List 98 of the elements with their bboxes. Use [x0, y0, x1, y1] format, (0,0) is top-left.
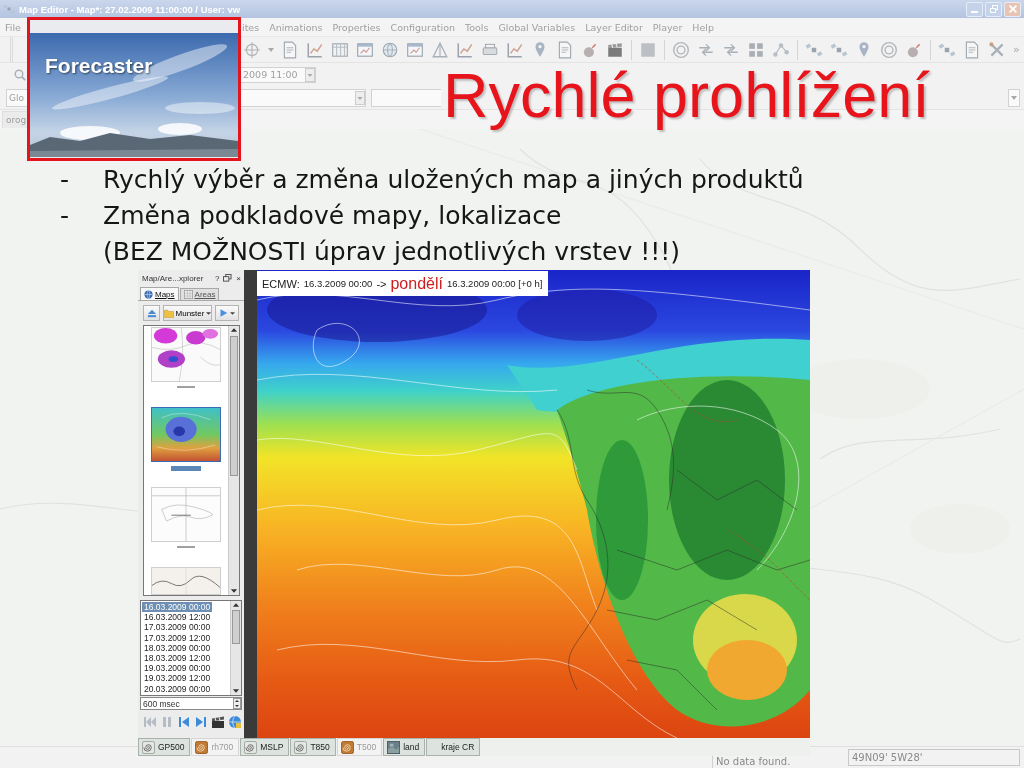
map-thumbnail[interactable]: [151, 407, 221, 462]
layer-button[interactable]: MSLP: [240, 738, 290, 756]
dropdown-button[interactable]: [1008, 88, 1020, 107]
minimize-icon: [971, 10, 978, 13]
network-icon[interactable]: [772, 40, 790, 59]
thumbnail-caption: [171, 466, 201, 471]
target-icon[interactable]: [672, 40, 690, 59]
chart-icon[interactable]: [456, 40, 474, 59]
globe-icon: [144, 289, 153, 299]
play-icon: [219, 308, 228, 318]
bullet-text: Změna podkladové mapy, lokalizace: [103, 200, 562, 232]
time-list-item[interactable]: 20.03.2009 00:00: [142, 683, 213, 694]
layer-button[interactable]: land: [383, 738, 426, 756]
bullet-text: Rychlý výběr a změna uložených map a jiných produktů: [103, 164, 804, 196]
crossed-tools-icon[interactable]: [988, 40, 1006, 59]
close-button[interactable]: [1004, 1, 1021, 17]
folder-dropdown[interactable]: Munster: [163, 305, 212, 321]
calendar-icon[interactable]: [331, 40, 349, 59]
document-icon[interactable]: [556, 40, 574, 59]
play-dropdown[interactable]: [215, 305, 239, 321]
restore-icon: [989, 5, 998, 13]
time-list-item[interactable]: 16.03.2009 12:00: [142, 612, 213, 623]
coordinates-field: 49N09' 5W28': [848, 749, 1020, 766]
close-icon: [1008, 5, 1017, 13]
window-icon[interactable]: [356, 40, 374, 59]
bullet-marker: -: [60, 164, 70, 196]
spiral-icon: [142, 740, 155, 754]
bullet-marker: -: [60, 200, 70, 232]
arrow-text: ->: [376, 277, 387, 290]
caret-icon: [1011, 95, 1017, 100]
combo-box[interactable]: [371, 88, 441, 107]
close-button[interactable]: ×: [236, 273, 241, 283]
model-label: ECMW:: [262, 277, 300, 290]
layer-button[interactable]: GP500: [138, 738, 191, 756]
satellite-icon: [3, 3, 15, 15]
panel-title: Map/Are...xplorer: [142, 273, 205, 283]
crosshair-icon[interactable]: [243, 40, 261, 59]
caret-icon: [230, 311, 235, 315]
interval-spinner[interactable]: 600 msec: [140, 697, 242, 710]
spiral-icon: [195, 740, 209, 754]
map-tile-icon: [387, 740, 401, 754]
combo-box[interactable]: [240, 88, 366, 107]
slide-title: Rychlé prohlížení: [443, 59, 930, 132]
spiral-icon: [340, 740, 354, 754]
minimize-button[interactable]: [966, 1, 983, 17]
scrollbar-thumb[interactable]: [230, 336, 238, 476]
scrollbar-thumb[interactable]: [232, 610, 240, 644]
day-label: pondělí: [390, 274, 443, 293]
logo-text: Forecaster: [45, 54, 153, 78]
caret-icon[interactable]: [268, 47, 274, 52]
folder-icon: [163, 308, 174, 318]
spiral-icon: [244, 740, 258, 754]
chart-icon[interactable]: [306, 40, 324, 59]
up-arrow-icon[interactable]: [230, 326, 238, 334]
eject-icon: [146, 308, 157, 318]
clapperboard-icon[interactable]: [211, 715, 225, 729]
bullet-note: (BEZ MOŽNOSTI úprav jednotlivých vrstev !!!): [103, 236, 681, 268]
dropdown-icon[interactable]: [355, 90, 365, 105]
spin-arrows-icon: [233, 698, 241, 709]
window-icon[interactable]: [406, 40, 424, 59]
caret-icon: [206, 311, 212, 315]
panel-tab[interactable]: Areas: [179, 288, 220, 300]
window-title: Map Editor - Map*: 27.02.2009 11:00:00 / User: vw: [19, 3, 242, 15]
panel-tab[interactable]: Maps: [140, 287, 179, 300]
run-time: 16.3.2009 00:00: [303, 278, 373, 289]
square-icon[interactable]: [639, 40, 657, 59]
globe-icon[interactable]: [381, 40, 399, 59]
valid-time: 16.3.2009 00:00 [+0 h]: [446, 278, 543, 289]
eject-button[interactable]: [143, 305, 160, 321]
time-list-item[interactable]: 18.03.2009 00:00: [142, 642, 213, 653]
grid-icon[interactable]: [747, 40, 765, 59]
time-list-item[interactable]: 19.03.2009 12:00: [142, 673, 213, 684]
time-list-item[interactable]: 17.03.2009 12:00: [142, 632, 213, 643]
map-thumbnail[interactable]: [151, 487, 221, 542]
search-icon[interactable]: [14, 68, 26, 81]
triangle-icon[interactable]: [431, 40, 449, 59]
scrollbar[interactable]: [228, 326, 239, 595]
dropdown-icon[interactable]: [305, 67, 315, 82]
time-list-item[interactable]: 19.03.2009 00:00: [142, 663, 213, 674]
time-list-item[interactable]: 18.03.2009 12:00: [142, 652, 213, 664]
spiral-icon: [294, 740, 308, 754]
step-back-icon[interactable]: [177, 715, 191, 729]
restore-button[interactable]: [985, 1, 1002, 17]
help-button[interactable]: ?: [214, 273, 220, 283]
up-arrow-icon[interactable]: [232, 601, 240, 609]
document-icon[interactable]: [281, 40, 299, 59]
down-arrow-icon[interactable]: [230, 587, 238, 595]
document-icon[interactable]: [963, 40, 981, 59]
target-icon[interactable]: [880, 40, 898, 59]
chart-icon[interactable]: [506, 40, 524, 59]
restore-icon[interactable]: [223, 274, 233, 282]
scrollbar[interactable]: [230, 601, 241, 695]
status-message: No data found.: [716, 756, 791, 767]
map-thumbnail[interactable]: [151, 327, 221, 382]
down-arrow-icon[interactable]: [232, 687, 240, 695]
time-list-item[interactable]: 17.03.2009 00:00: [142, 622, 213, 633]
layer-button[interactable]: kraje CR: [426, 738, 481, 756]
layer-button[interactable]: T850: [290, 738, 336, 756]
